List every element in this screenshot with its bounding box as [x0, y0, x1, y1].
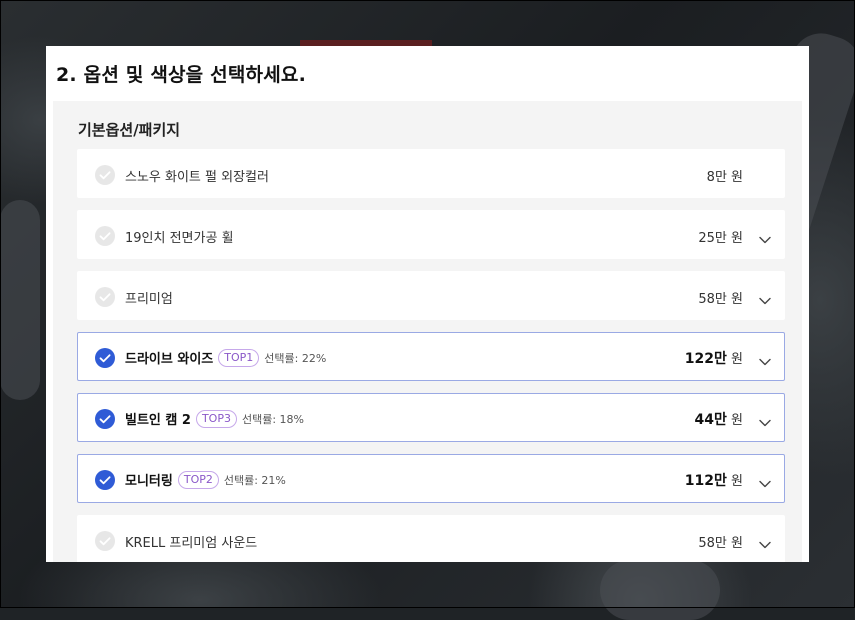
option-row[interactable]: KRELL 프리미엄 사운드 58만 원: [77, 515, 785, 562]
option-label: 19인치 전면가공 휠: [125, 231, 234, 246]
price-unit: 원: [726, 352, 743, 367]
price-amount: 58만: [698, 536, 727, 551]
rank-badge: TOP3: [195, 409, 237, 428]
option-price: 8만 원: [707, 166, 743, 185]
option-price: 122만 원: [685, 348, 743, 368]
checkbox-circle-icon[interactable]: [95, 226, 115, 246]
option-price: 58만 원: [698, 532, 743, 551]
chevron-down-icon[interactable]: [759, 291, 771, 305]
option-row[interactable]: 스노우 화이트 펄 외장컬러 8만 원: [77, 149, 785, 198]
option-row[interactable]: 모니터링 TOP2 선택률: 21% 112만 원: [77, 454, 785, 503]
option-label-group: 19인치 전면가공 휠: [125, 227, 234, 246]
background-shape: [600, 560, 720, 620]
option-label-group: 드라이브 와이즈 TOP1 선택률: 22%: [125, 348, 326, 367]
price-amount: 8만: [706, 170, 727, 185]
options-section: 기본옵션/패키지 스노우 화이트 펄 외장컬러 8만 원 19인치 전면가공 휠 25…: [53, 101, 802, 562]
option-label: 빌트인 캠 2: [125, 413, 191, 428]
chevron-down-icon[interactable]: [759, 535, 771, 549]
option-label-group: 스노우 화이트 펄 외장컬러: [125, 166, 269, 185]
option-row[interactable]: 19인치 전면가공 휠 25만 원: [77, 210, 785, 259]
chevron-down-icon[interactable]: [759, 474, 771, 488]
rank-badge: TOP1: [218, 348, 260, 367]
option-price: 44만 원: [695, 409, 743, 429]
chevron-down-icon[interactable]: [759, 413, 771, 427]
price-unit: 원: [726, 292, 743, 307]
page-title: 2. 옵션 및 색상을 선택하세요.: [56, 64, 306, 86]
background-shape: [0, 200, 40, 400]
option-label: 프리미엄: [125, 292, 173, 307]
option-row[interactable]: 프리미엄 58만 원: [77, 271, 785, 320]
option-label-group: 모니터링 TOP2 선택률: 21%: [125, 470, 286, 489]
price-unit: 원: [726, 170, 743, 185]
option-row[interactable]: 빌트인 캠 2 TOP3 선택률: 18% 44만 원: [77, 393, 785, 442]
checkbox-circle-icon[interactable]: [95, 531, 115, 551]
option-price: 112만 원: [685, 470, 743, 490]
option-label: KRELL 프리미엄 사운드: [125, 536, 258, 551]
selection-rate: 선택률: 18%: [241, 412, 304, 426]
option-label-group: 프리미엄: [125, 288, 173, 307]
checkbox-circle-icon[interactable]: [95, 409, 115, 429]
option-price: 25만 원: [698, 227, 743, 246]
selection-rate: 선택률: 21%: [223, 473, 286, 487]
price-unit: 원: [726, 231, 743, 246]
section-title: 기본옵션/패키지: [78, 121, 181, 139]
option-panel: 2. 옵션 및 색상을 선택하세요. 기본옵션/패키지 스노우 화이트 펄 외장…: [46, 46, 809, 562]
price-amount: 122만: [684, 351, 727, 367]
checkbox-circle-icon[interactable]: [95, 348, 115, 368]
option-row[interactable]: 드라이브 와이즈 TOP1 선택률: 22% 122만 원: [77, 332, 785, 381]
price-unit: 원: [726, 536, 743, 551]
option-label: 모니터링: [125, 474, 173, 489]
option-label-group: 빌트인 캠 2 TOP3 선택률: 18%: [125, 409, 304, 428]
chevron-down-icon[interactable]: [759, 352, 771, 366]
price-amount: 112만: [684, 473, 727, 489]
option-price: 58만 원: [698, 288, 743, 307]
checkbox-circle-icon[interactable]: [95, 165, 115, 185]
price-amount: 44만: [694, 412, 727, 428]
selection-rate: 선택률: 22%: [264, 351, 327, 365]
price-unit: 원: [726, 474, 743, 489]
checkbox-circle-icon[interactable]: [95, 470, 115, 490]
checkbox-circle-icon[interactable]: [95, 287, 115, 307]
option-label: 드라이브 와이즈: [125, 352, 214, 367]
price-unit: 원: [726, 413, 743, 428]
price-amount: 25만: [698, 231, 727, 246]
option-label-group: KRELL 프리미엄 사운드: [125, 532, 257, 551]
option-label: 스노우 화이트 펄 외장컬러: [125, 170, 269, 185]
price-amount: 58만: [698, 292, 727, 307]
chevron-down-icon[interactable]: [759, 230, 771, 244]
rank-badge: TOP2: [177, 470, 219, 489]
